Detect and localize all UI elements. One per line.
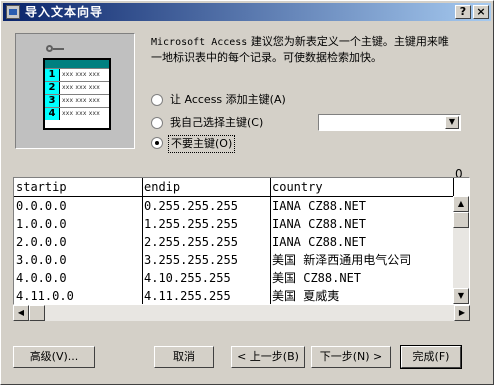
table-icon: 1 xxx xxx xxx 2 xxx xxx xxx 3 xxx xxx xxx 4… [43, 58, 111, 130]
table-cell: 4.11.0.0 [16, 289, 74, 303]
table-cell: 4.11.255.255 [144, 289, 231, 303]
help-button[interactable]: ? [455, 5, 471, 19]
vertical-scroll-thumb[interactable] [453, 212, 469, 228]
finish-button[interactable]: 完成(F) [400, 345, 462, 369]
next-button[interactable]: 下一步(N) > [311, 346, 391, 368]
vertical-scrollbar[interactable]: ▲ ▼ [453, 196, 469, 304]
table-cell: 3.255.255.255 [144, 253, 238, 267]
back-button[interactable]: < 上一步(B) [231, 346, 305, 368]
table-cell: 美国 夏威夷 [272, 289, 340, 303]
radio-choose-own-key[interactable] [151, 117, 163, 129]
table-cell: 1.255.255.255 [144, 217, 238, 231]
illus-row-number: 3 [45, 95, 60, 107]
chevron-down-icon[interactable]: ▼ [445, 116, 459, 129]
window-title: 导入文本向导 [25, 5, 104, 19]
import-text-wizard-window: 导入文本向导 ? × 1 xxx xxx xxx 2 xxx xxx xxx 3 xx… [0, 0, 494, 385]
primary-key-description: Microsoft Access 建议您为新表定义一个主键。主键用来唯 一地标识… [151, 35, 449, 64]
column-header-startip[interactable]: startip [16, 178, 140, 196]
table-cell: 1.0.0.0 [16, 217, 67, 231]
title-bar[interactable]: 导入文本向导 ? × [3, 3, 491, 21]
table-cell: 3.0.0.0 [16, 253, 67, 267]
illus-row-number: 4 [45, 108, 60, 120]
close-button[interactable]: × [473, 5, 489, 19]
scroll-down-icon[interactable]: ▼ [453, 288, 469, 304]
illus-row-number: 1 [45, 69, 60, 81]
table-cell: IANA CZ88.NET [272, 199, 366, 213]
table-illustration: 1 xxx xxx xxx 2 xxx xxx xxx 3 xxx xxx xxx 4… [15, 33, 135, 149]
scroll-right-icon[interactable]: ▶ [454, 305, 470, 321]
key-icon [46, 44, 66, 54]
table-cell: 4.0.0.0 [16, 271, 67, 285]
scroll-left-icon[interactable]: ◀ [13, 305, 29, 321]
table-cell: 美国 CZ88.NET [272, 271, 362, 285]
primary-key-field-select[interactable]: ▼ [318, 114, 461, 131]
app-icon [6, 5, 20, 19]
table-cell: 美国 新泽西通用电气公司 [272, 253, 412, 267]
data-preview-grid[interactable]: startip endip country 0.0.0.0 0.255.255.… [13, 177, 470, 305]
table-cell: IANA CZ88.NET [272, 235, 366, 249]
illus-row-number: 2 [45, 82, 60, 94]
horizontal-scroll-thumb[interactable] [29, 305, 45, 321]
table-cell: 2.255.255.255 [144, 235, 238, 249]
scroll-up-icon[interactable]: ▲ [453, 196, 469, 212]
radio-access-adds-key[interactable] [151, 94, 163, 106]
radio-no-primary-key[interactable] [151, 137, 163, 149]
horizontal-scrollbar[interactable]: ◀ ▶ [13, 305, 470, 321]
table-cell: 4.10.255.255 [144, 271, 231, 285]
column-header-country[interactable]: country [272, 178, 452, 196]
cancel-button[interactable]: 取消 [154, 346, 214, 368]
table-cell: 2.0.0.0 [16, 235, 67, 249]
advanced-button[interactable]: 高级(V)... [13, 346, 95, 368]
column-header-endip[interactable]: endip [144, 178, 268, 196]
table-cell: IANA CZ88.NET [272, 217, 366, 231]
table-cell: 0.255.255.255 [144, 199, 238, 213]
table-cell: 0.0.0.0 [16, 199, 67, 213]
